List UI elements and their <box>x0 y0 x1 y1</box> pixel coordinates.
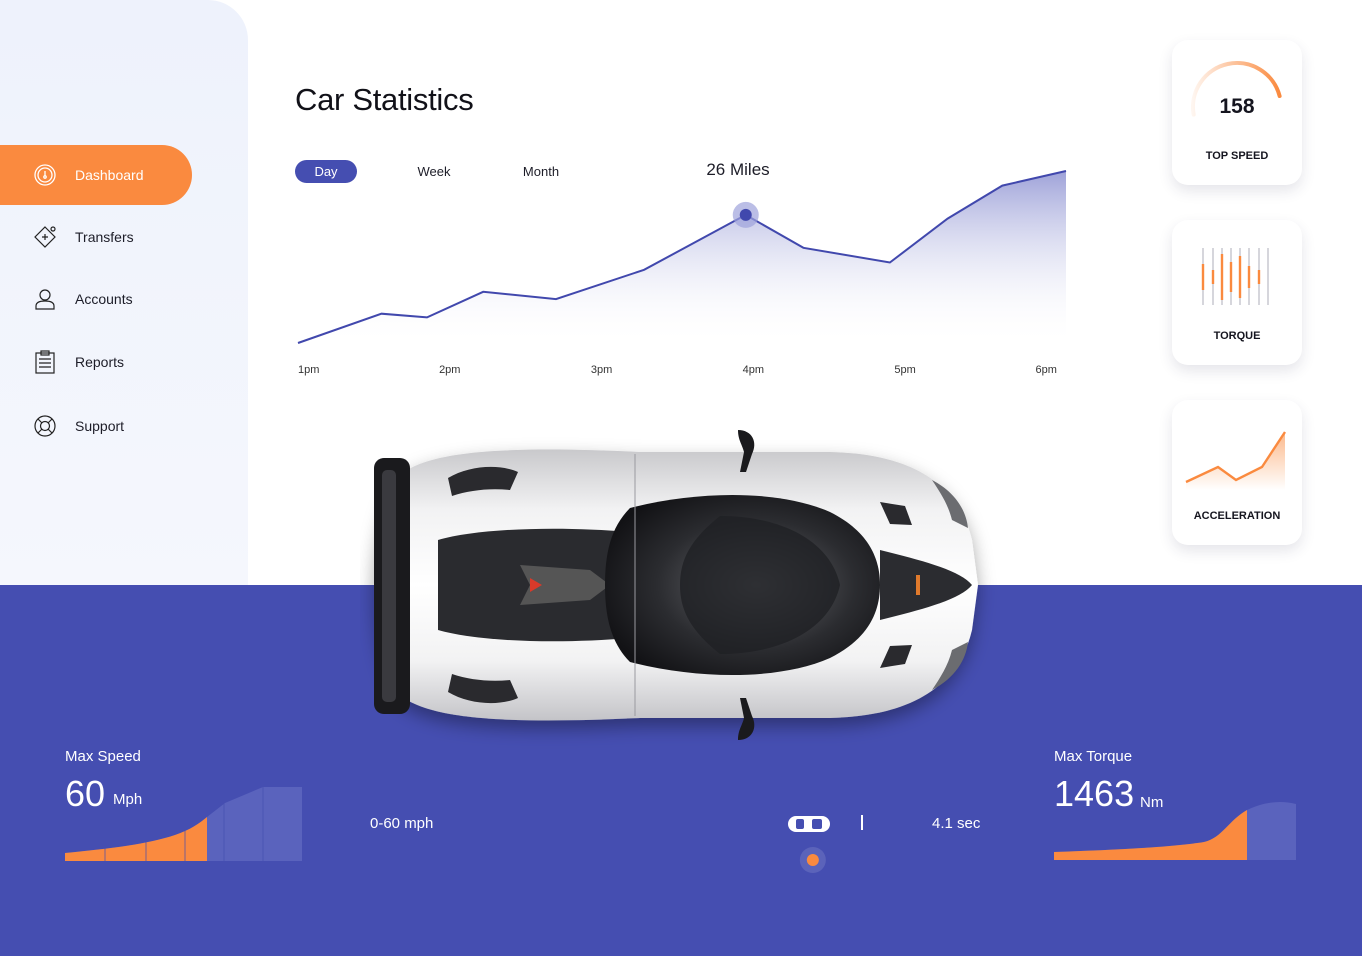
divider <box>861 815 863 830</box>
highlight-point[interactable] <box>739 208 752 221</box>
acceleration-card[interactable]: ACCELERATION <box>1172 400 1302 545</box>
clipboard-icon <box>33 350 57 374</box>
zero-sixty-value: 4.1 sec <box>932 815 981 832</box>
sidebar: Dashboard Transfers Accounts Reports Sup… <box>0 0 248 585</box>
top-speed-label: TOP SPEED <box>1205 150 1269 162</box>
chart-area-fill <box>298 171 1066 345</box>
user-icon <box>33 287 57 311</box>
sidebar-item-transfers[interactable]: Transfers <box>0 207 192 267</box>
zero-sixty-label: 0-60 mph <box>370 815 434 832</box>
sidebar-item-label: Accounts <box>75 291 133 307</box>
max-torque-label: Max Torque <box>1054 748 1133 765</box>
acceleration-chart-icon <box>1185 431 1287 490</box>
equalizer-icon <box>1201 248 1269 305</box>
sidebar-item-support[interactable]: Support <box>0 396 192 456</box>
acceleration-label: ACCELERATION <box>1193 510 1281 522</box>
lifebuoy-icon <box>33 414 57 438</box>
top-speed-card[interactable]: 158 TOP SPEED <box>1172 40 1302 185</box>
speed-gauge-icon <box>1191 61 1282 117</box>
max-speed-label: Max Speed <box>65 748 141 765</box>
sidebar-item-label: Reports <box>75 354 125 370</box>
page-title: Car Statistics <box>295 82 474 117</box>
x-tick-label: 3pm <box>591 364 612 376</box>
dashboard-page: Dashboard Transfers Accounts Reports Sup… <box>0 0 1362 956</box>
transfers-icon <box>33 225 57 249</box>
car-icon <box>788 816 830 832</box>
progress-handle[interactable] <box>806 854 819 866</box>
top-speed-value: 158 <box>1219 95 1255 118</box>
car-top-view-image <box>374 430 978 740</box>
sidebar-item-dashboard[interactable]: Dashboard <box>0 145 192 205</box>
x-tick-label: 1pm <box>298 364 319 376</box>
x-tick-label: 5pm <box>894 364 915 376</box>
sidebar-item-accounts[interactable]: Accounts <box>0 269 192 329</box>
max-speed-chart <box>65 785 302 861</box>
sidebar-item-reports[interactable]: Reports <box>0 332 192 392</box>
torque-label: TORQUE <box>1213 330 1261 342</box>
sidebar-item-label: Transfers <box>75 229 134 245</box>
zero-sixty-progress-track[interactable] <box>390 845 970 875</box>
miles-area-chart: 1pm 2pm 3pm 4pm 5pm 6pm <box>297 170 1067 376</box>
dashboard-icon <box>33 163 57 187</box>
sidebar-item-label: Support <box>75 418 125 434</box>
torque-card[interactable]: TORQUE <box>1172 220 1302 365</box>
x-tick-label: 4pm <box>743 364 764 376</box>
x-tick-label: 6pm <box>1035 364 1056 376</box>
max-torque-chart <box>1054 802 1296 860</box>
x-tick-label: 2pm <box>439 364 460 376</box>
sidebar-item-label: Dashboard <box>75 167 144 183</box>
